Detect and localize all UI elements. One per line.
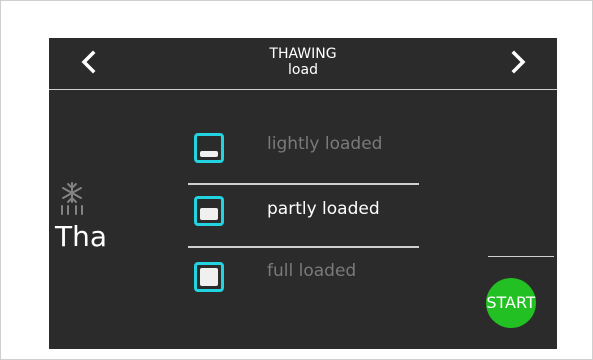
option-partly-loaded[interactable]: partly loaded bbox=[189, 186, 439, 236]
page-subtitle: load bbox=[288, 62, 318, 78]
previous-button[interactable] bbox=[75, 48, 103, 76]
option-label: full loaded bbox=[267, 261, 357, 281]
option-lightly-loaded[interactable]: lightly loaded bbox=[189, 121, 439, 171]
header-divider bbox=[49, 89, 557, 90]
load-level-fill bbox=[200, 208, 218, 220]
load-level-checkbox[interactable] bbox=[194, 133, 224, 163]
load-level-checkbox[interactable] bbox=[194, 262, 224, 292]
start-button[interactable]: START bbox=[486, 278, 536, 328]
display-screen: THAWING load Tha lightly loaded partly l… bbox=[49, 38, 557, 349]
option-divider bbox=[188, 246, 419, 248]
option-label: partly loaded bbox=[267, 199, 380, 219]
load-level-fill bbox=[200, 151, 218, 157]
next-button[interactable] bbox=[504, 48, 532, 76]
thaw-snowflake-icon bbox=[54, 180, 90, 216]
start-divider bbox=[488, 256, 554, 257]
chevron-left-icon bbox=[81, 50, 96, 74]
mode-label: Tha bbox=[55, 220, 108, 253]
chevron-right-icon bbox=[511, 50, 526, 74]
option-label: lightly loaded bbox=[267, 134, 383, 154]
device-frame: THAWING load Tha lightly loaded partly l… bbox=[0, 0, 593, 360]
option-divider bbox=[188, 183, 419, 185]
option-full-loaded[interactable]: full loaded bbox=[189, 250, 439, 300]
load-level-checkbox[interactable] bbox=[194, 196, 224, 226]
page-title: THAWING bbox=[269, 46, 337, 62]
load-level-fill bbox=[200, 268, 218, 286]
header-title-block: THAWING load bbox=[203, 46, 403, 78]
